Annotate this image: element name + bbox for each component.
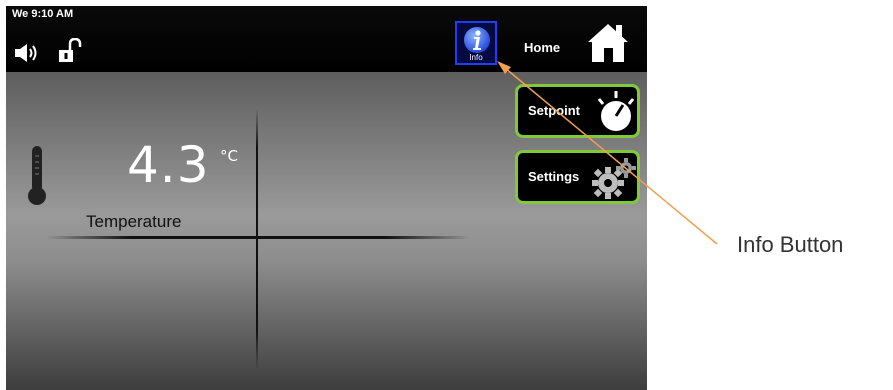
callout-label: Info Button <box>737 232 844 257</box>
callout-arrow <box>497 61 718 245</box>
